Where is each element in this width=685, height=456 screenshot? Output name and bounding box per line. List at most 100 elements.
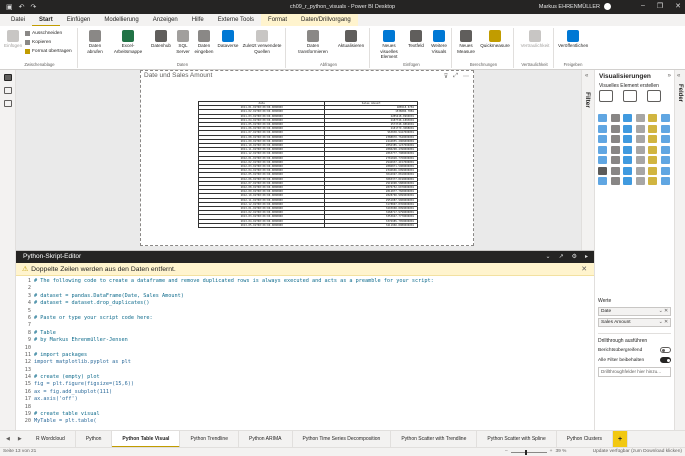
visual-type-icon[interactable] — [610, 124, 620, 133]
visual-type-icon[interactable] — [648, 145, 657, 154]
get-data-button[interactable]: Daten abrufen — [84, 30, 106, 54]
more-options-icon[interactable]: ⋯ — [463, 73, 469, 80]
page-tab[interactable]: Python Table Visual — [112, 430, 181, 448]
close-icon[interactable]: ✕ — [581, 263, 587, 276]
visual-type-icon[interactable] — [610, 177, 620, 185]
quick-measure-button[interactable]: Quickmeasure — [478, 30, 512, 49]
tab-format[interactable]: Format — [261, 14, 295, 26]
code-area[interactable]: 1 # The following code to create a datafr… — [16, 276, 594, 426]
tab-datei[interactable]: Datei — [4, 14, 32, 26]
copy-button[interactable]: Kopieren — [25, 40, 51, 45]
visual-type-icon[interactable] — [623, 124, 632, 133]
datahub-button[interactable]: Datenhub — [150, 30, 172, 49]
visual-type-icon[interactable] — [598, 177, 607, 185]
chevron-down-icon[interactable]: ⌄ ✕ — [659, 319, 668, 326]
visual-type-icon[interactable] — [623, 135, 632, 143]
page-tab[interactable]: Python Clusters — [557, 430, 614, 448]
update-available[interactable]: Update verfügbar (zum Download klicken) — [593, 448, 682, 456]
page-tab[interactable]: Python ARIMA — [239, 430, 293, 448]
drillthrough-drop-zone[interactable]: Drillthroughfelder hier hinzu... — [598, 367, 671, 377]
visual-type-icon[interactable] — [660, 135, 670, 143]
visual-type-icon[interactable] — [598, 114, 607, 122]
well-field-sales-amount[interactable]: Sales Amount ⌄ ✕ — [598, 318, 671, 327]
visual-type-icon[interactable] — [660, 145, 670, 154]
build-visual-icon[interactable] — [599, 90, 613, 102]
visual-type-icon[interactable] — [635, 114, 645, 122]
maximize-icon[interactable]: ❐ — [657, 2, 663, 10]
zoom-slider[interactable] — [510, 449, 547, 455]
visual-type-icon[interactable] — [635, 156, 645, 164]
page-tab[interactable]: Python — [76, 430, 113, 448]
zoom-out-icon[interactable]: – — [505, 448, 508, 456]
page-tab[interactable]: Python Time Series Decomposition — [293, 430, 392, 448]
next-page-icon[interactable]: ▶ — [18, 436, 22, 442]
visual-type-icon[interactable] — [635, 166, 645, 175]
focus-mode-icon[interactable]: ⤢ — [453, 73, 458, 80]
visual-type-icon[interactable] — [598, 135, 607, 143]
paste-button[interactable]: Einfügen — [4, 30, 22, 49]
sensitivity-button[interactable]: Vertraulichkeit — [518, 30, 552, 49]
visual-type-icon[interactable] — [660, 114, 670, 122]
tab-externe-tools[interactable]: Externe Tools — [211, 14, 261, 26]
visual-type-icon[interactable] — [648, 156, 657, 164]
visual-type-icon[interactable] — [635, 135, 645, 143]
well-field-date[interactable]: Date ⌄ ✕ — [598, 307, 671, 316]
page-tab[interactable]: Python Scatter with Trendline — [391, 430, 478, 448]
visual-type-icon[interactable] — [610, 166, 620, 175]
visual-type-icon[interactable] — [623, 145, 632, 154]
visual-type-icon[interactable] — [610, 156, 620, 164]
tab-daten-drillvorgang[interactable]: Daten/Drillvorgang — [294, 14, 358, 26]
cross-report-toggle[interactable] — [660, 347, 671, 353]
tab-einfuegen[interactable]: Einfügen — [60, 14, 98, 26]
model-view-icon[interactable] — [3, 100, 12, 107]
tab-anzeigen[interactable]: Anzeigen — [146, 14, 185, 26]
chevron-right-icon[interactable]: » — [668, 73, 671, 79]
visual-type-icon[interactable] — [623, 166, 632, 175]
visual-type-icon[interactable] — [610, 145, 620, 154]
visual-type-icon[interactable] — [660, 166, 670, 175]
more-visuals-button[interactable]: Weitere Visuals — [428, 30, 450, 54]
tab-hilfe[interactable]: Hilfe — [185, 14, 211, 26]
tab-start[interactable]: Start — [32, 14, 60, 26]
keep-filters-toggle[interactable] — [660, 357, 671, 363]
user-account[interactable]: Markus EHRENMÜLLER — [539, 3, 611, 10]
visual-type-icon[interactable] — [635, 177, 645, 185]
visual-type-icon[interactable] — [598, 145, 607, 154]
cut-button[interactable]: Ausschneiden — [25, 31, 62, 36]
zoom-in-icon[interactable]: + — [550, 448, 553, 456]
new-visual-button[interactable]: Neues visuelles Element — [374, 30, 404, 60]
report-view-icon[interactable] — [3, 74, 12, 81]
format-painter-button[interactable]: Format übertragen — [25, 49, 72, 54]
visual-type-icon[interactable] — [623, 177, 632, 185]
visual-type-icon[interactable] — [598, 166, 607, 175]
chevron-down-icon[interactable]: ⌄ ✕ — [659, 308, 668, 315]
excel-button[interactable]: Excel-Arbeitsmappe — [108, 30, 148, 54]
chevron-left-icon[interactable]: « — [677, 73, 680, 79]
visual-type-icon[interactable] — [648, 124, 657, 133]
page-tab[interactable]: R Wordcloud — [26, 430, 76, 448]
visual-type-icon[interactable] — [635, 124, 645, 133]
enter-data-button[interactable]: Daten eingeben — [194, 30, 214, 54]
textbox-button[interactable]: Textfeld — [406, 30, 426, 49]
save-icon[interactable]: ▣ — [6, 3, 13, 11]
report-canvas[interactable]: Date und Sales Amount ⊽ ⤢ ⋯ date Sales A… — [16, 70, 581, 250]
dataverse-button[interactable]: Dataverse — [216, 30, 240, 49]
filter-icon[interactable]: ⊽ — [444, 73, 448, 80]
visual-type-icon[interactable] — [660, 124, 670, 133]
avatar[interactable] — [604, 3, 611, 10]
visual-type-icon[interactable] — [648, 135, 657, 143]
undo-icon[interactable]: ↶ — [19, 3, 25, 11]
recent-sources-button[interactable]: Zuletzt verwendete Quellen — [242, 30, 282, 54]
visual-type-icon[interactable] — [660, 177, 670, 185]
add-page-button[interactable]: + — [613, 430, 629, 448]
transform-data-button[interactable]: Daten transformieren — [292, 30, 334, 54]
close-icon[interactable]: ✕ — [675, 2, 681, 10]
format-visual-icon[interactable] — [623, 90, 637, 102]
minimize-icon[interactable]: – — [641, 2, 645, 10]
run-icon[interactable]: ▸ — [585, 251, 588, 263]
refresh-button[interactable]: Aktualisieren — [334, 30, 368, 49]
visual-type-icon[interactable] — [635, 145, 645, 154]
fields-pane[interactable]: « Felder — [674, 70, 685, 447]
previous-page-icon[interactable]: ◀ — [6, 436, 10, 442]
page-tab[interactable]: Python Trendline — [180, 430, 239, 448]
